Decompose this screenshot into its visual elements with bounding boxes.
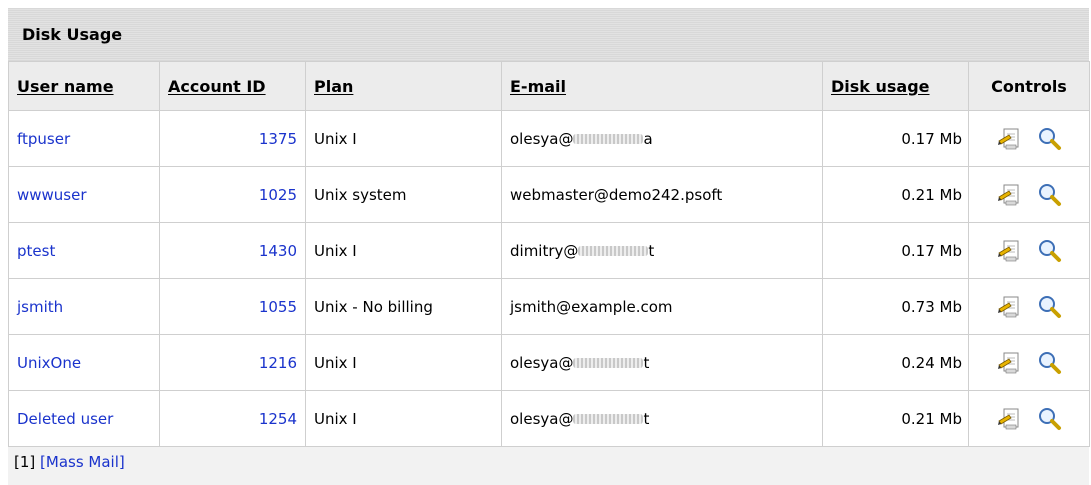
sort-disk-usage-link[interactable]: Disk usage <box>831 77 930 96</box>
disk-usage-cell: 0.73 Mb <box>822 278 969 335</box>
plan-cell: Unix - No billing <box>305 278 502 335</box>
user-name-cell[interactable]: Deleted user <box>8 390 160 447</box>
obscured-email-part <box>573 134 644 144</box>
edit-icon[interactable] <box>996 294 1022 320</box>
column-header-user-name[interactable]: User name <box>8 61 160 111</box>
user-name-cell[interactable]: jsmith <box>8 278 160 335</box>
user-name-cell[interactable]: ftpuser <box>8 110 160 167</box>
disk-usage-cell: 0.21 Mb <box>822 166 969 223</box>
search-icon[interactable] <box>1036 238 1062 264</box>
plan-cell: Unix I <box>305 390 502 447</box>
user-name-link[interactable]: Deleted user <box>17 410 113 428</box>
email-suffix: t <box>643 353 650 372</box>
obscured-email-part <box>573 358 644 368</box>
obscured-email-part <box>573 414 644 424</box>
email-cell: olesya@ a <box>501 110 823 167</box>
edit-icon[interactable] <box>996 182 1022 208</box>
column-header-plan[interactable]: Plan <box>305 61 502 111</box>
account-id-link[interactable]: 1430 <box>259 242 297 260</box>
sort-user-name-link[interactable]: User name <box>17 77 114 96</box>
obscured-email-part <box>578 246 649 256</box>
panel-titlebar: Disk Usage <box>8 8 1089 61</box>
disk-usage-cell: 0.21 Mb <box>822 390 969 447</box>
email-prefix: dimitry@ <box>510 241 579 260</box>
search-icon[interactable] <box>1036 182 1062 208</box>
account-id-cell[interactable]: 1375 <box>159 110 306 167</box>
column-header-disk-usage[interactable]: Disk usage <box>822 61 969 111</box>
email-cell: jsmith@example.com <box>501 278 823 335</box>
email-prefix: olesya@ <box>510 353 574 372</box>
search-icon[interactable] <box>1036 126 1062 152</box>
plan-cell: Unix I <box>305 334 502 391</box>
controls-cell <box>968 278 1090 335</box>
disk-usage-cell: 0.24 Mb <box>822 334 969 391</box>
search-icon[interactable] <box>1036 406 1062 432</box>
search-icon[interactable] <box>1036 294 1062 320</box>
controls-cell <box>968 390 1090 447</box>
column-header-account-id[interactable]: Account ID <box>159 61 306 111</box>
user-name-cell[interactable]: ptest <box>8 222 160 279</box>
controls-cell <box>968 334 1090 391</box>
email-cell: olesya@ t <box>501 390 823 447</box>
user-name-link[interactable]: UnixOne <box>17 354 81 372</box>
email-cell: olesya@ t <box>501 334 823 391</box>
table-row: ftpuser 1375 Unix I olesya@ a 0.17 Mb <box>8 110 1090 167</box>
user-name-link[interactable]: wwwuser <box>17 186 87 204</box>
sort-account-id-link[interactable]: Account ID <box>168 77 266 96</box>
account-id-cell[interactable]: 1430 <box>159 222 306 279</box>
email-suffix: a <box>643 129 653 148</box>
table-row: ptest 1430 Unix I dimitry@ t 0.17 Mb <box>8 222 1090 279</box>
user-name-link[interactable]: ptest <box>17 242 55 260</box>
account-id-cell[interactable]: 1254 <box>159 390 306 447</box>
sort-email-link[interactable]: E-mail <box>510 77 566 96</box>
table-row: wwwuser 1025 Unix system webmaster@demo2… <box>8 166 1090 223</box>
table-header-row: User name Account ID Plan E-mail Disk us… <box>8 61 1090 111</box>
account-id-link[interactable]: 1375 <box>259 130 297 148</box>
email-prefix: webmaster@demo242.psoft <box>510 185 723 204</box>
account-id-cell[interactable]: 1055 <box>159 278 306 335</box>
mass-mail-link[interactable]: [Mass Mail] <box>40 453 125 471</box>
account-id-link[interactable]: 1254 <box>259 410 297 428</box>
user-name-cell[interactable]: wwwuser <box>8 166 160 223</box>
sort-plan-link[interactable]: Plan <box>314 77 353 96</box>
panel-title: Disk Usage <box>22 25 123 44</box>
controls-cell <box>968 222 1090 279</box>
email-prefix: jsmith@example.com <box>510 297 673 316</box>
table-row: UnixOne 1216 Unix I olesya@ t 0.24 Mb <box>8 334 1090 391</box>
disk-usage-table: User name Account ID Plan E-mail Disk us… <box>8 61 1090 447</box>
controls-cell <box>968 166 1090 223</box>
email-prefix: olesya@ <box>510 129 574 148</box>
email-cell: webmaster@demo242.psoft <box>501 166 823 223</box>
table-row: jsmith 1055 Unix - No billing jsmith@exa… <box>8 278 1090 335</box>
user-name-link[interactable]: ftpuser <box>17 130 70 148</box>
account-id-link[interactable]: 1055 <box>259 298 297 316</box>
column-header-email[interactable]: E-mail <box>501 61 823 111</box>
email-suffix: t <box>643 409 650 428</box>
account-id-link[interactable]: 1025 <box>259 186 297 204</box>
account-id-cell[interactable]: 1216 <box>159 334 306 391</box>
user-name-link[interactable]: jsmith <box>17 298 63 316</box>
edit-icon[interactable] <box>996 126 1022 152</box>
plan-cell: Unix system <box>305 166 502 223</box>
edit-icon[interactable] <box>996 406 1022 432</box>
edit-icon[interactable] <box>996 238 1022 264</box>
email-prefix: olesya@ <box>510 409 574 428</box>
account-id-cell[interactable]: 1025 <box>159 166 306 223</box>
account-id-link[interactable]: 1216 <box>259 354 297 372</box>
controls-cell <box>968 110 1090 167</box>
plan-cell: Unix I <box>305 222 502 279</box>
email-suffix: t <box>648 241 655 260</box>
disk-usage-cell: 0.17 Mb <box>822 222 969 279</box>
email-cell: dimitry@ t <box>501 222 823 279</box>
column-header-controls: Controls <box>968 61 1090 111</box>
pagination-footer: [1] [Mass Mail] <box>14 453 125 471</box>
table-row: Deleted user 1254 Unix I olesya@ t 0.21 M… <box>8 390 1090 447</box>
page-number: [1] <box>14 453 36 471</box>
disk-usage-cell: 0.17 Mb <box>822 110 969 167</box>
plan-cell: Unix I <box>305 110 502 167</box>
user-name-cell[interactable]: UnixOne <box>8 334 160 391</box>
search-icon[interactable] <box>1036 350 1062 376</box>
edit-icon[interactable] <box>996 350 1022 376</box>
